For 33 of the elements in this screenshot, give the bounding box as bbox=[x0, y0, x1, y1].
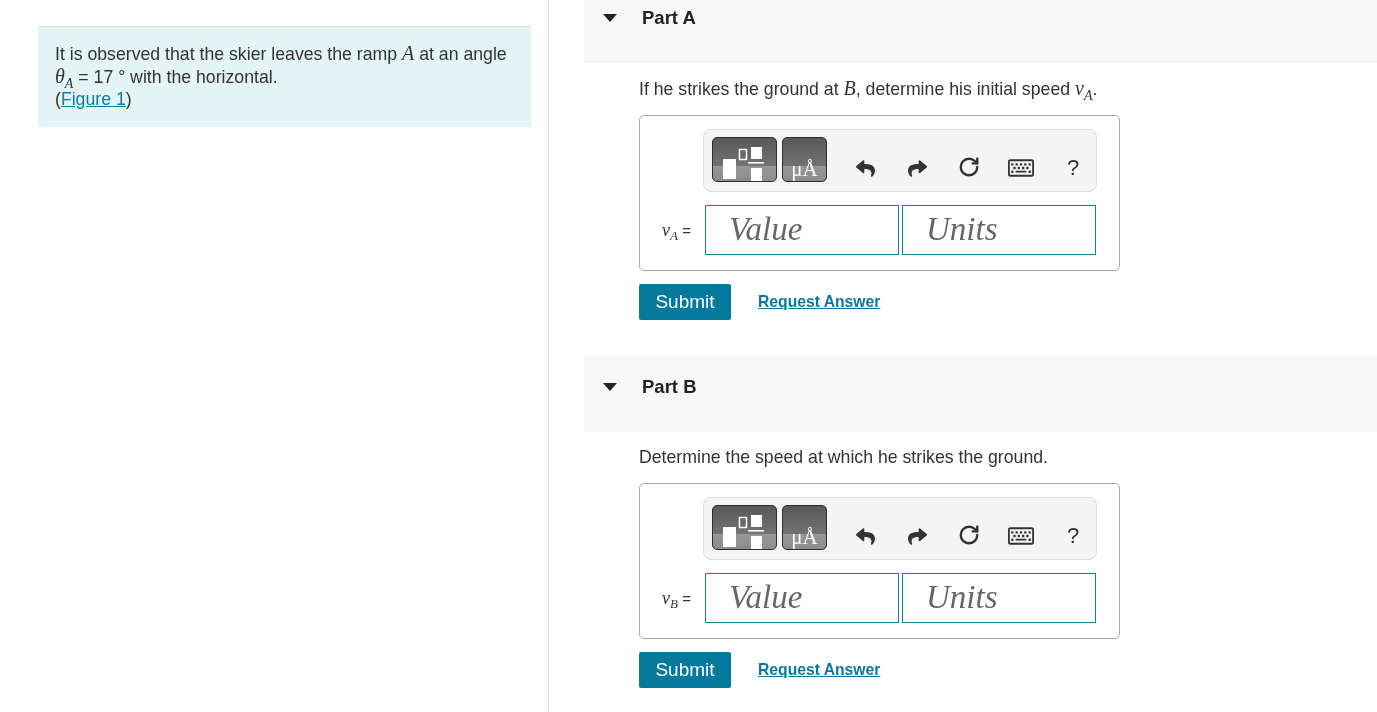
help-button[interactable]: ? bbox=[1053, 505, 1093, 550]
reset-icon bbox=[958, 524, 980, 546]
help-button[interactable]: ? bbox=[1053, 137, 1093, 182]
template-button[interactable] bbox=[712, 505, 777, 550]
request-answer-link[interactable]: Request Answer bbox=[758, 293, 881, 311]
reset-icon bbox=[958, 156, 980, 178]
figure-reference: (Figure 1) bbox=[55, 88, 133, 110]
units-field[interactable]: Units bbox=[902, 205, 1096, 255]
intro-text: It is observed that the skier leaves the ramp A at an angle θ$_{A}$ = 17 ° with the horizontal. bbox=[55, 42, 508, 88]
template-icon bbox=[723, 147, 764, 181]
undo-icon bbox=[855, 527, 875, 546]
units-field[interactable]: Units bbox=[902, 573, 1096, 623]
units-button[interactable]: μÅ bbox=[782, 505, 827, 550]
answer-label: v$_{B}$ = bbox=[662, 587, 692, 609]
template-button[interactable] bbox=[712, 137, 777, 182]
answer-label: v$_{A}$ = bbox=[662, 219, 692, 241]
question-text: Determine the speed at which he strikes the ground. bbox=[639, 446, 1049, 468]
redo-icon bbox=[907, 159, 927, 178]
value-field[interactable]: Value bbox=[705, 573, 899, 623]
part-title: Part A bbox=[642, 7, 696, 29]
part-title: Part B bbox=[642, 376, 697, 398]
caret-icon[interactable] bbox=[603, 14, 617, 22]
undo-icon bbox=[855, 159, 875, 178]
caret-icon[interactable] bbox=[603, 383, 617, 391]
request-answer-link[interactable]: Request Answer bbox=[758, 661, 881, 679]
template-icon bbox=[723, 515, 764, 549]
value-field[interactable]: Value bbox=[705, 205, 899, 255]
submit-button[interactable]: Submit bbox=[639, 652, 731, 688]
figure-link[interactable]: Figure 1 bbox=[60, 89, 126, 109]
units-button[interactable]: μÅ bbox=[782, 137, 827, 182]
redo-icon bbox=[907, 527, 927, 546]
submit-button[interactable]: Submit bbox=[639, 284, 731, 320]
question-text: If he strikes the ground at B, determine his initial speed v$_{A}$. bbox=[639, 77, 1099, 100]
